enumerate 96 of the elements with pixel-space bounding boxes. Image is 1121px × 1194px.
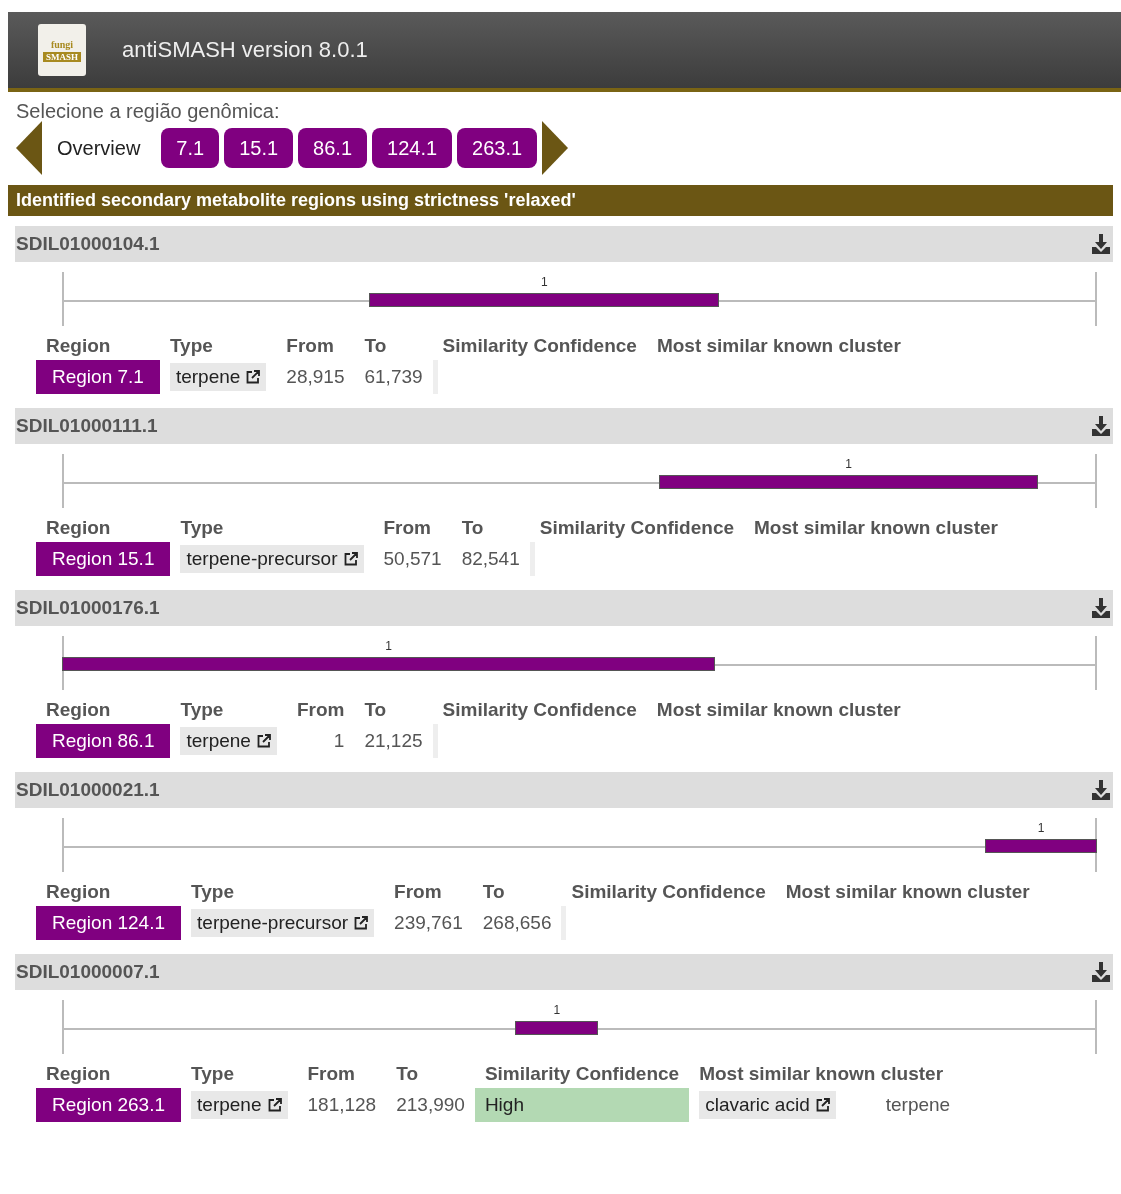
region-link[interactable]: Region 7.1 [36,360,160,394]
region-button[interactable]: 263.1 [457,128,538,168]
external-link-icon [354,916,369,930]
column-header: Region [45,1062,112,1086]
column-header: From [393,880,443,904]
record-name: SDIL01000176.1 [16,597,160,619]
region-button[interactable]: 15.1 [224,128,294,168]
region-link[interactable]: Region 86.1 [36,724,171,758]
column-header: Most similar known cluster [655,334,902,358]
column-header: To [460,516,485,540]
region-link[interactable]: Region 124.1 [36,906,182,940]
region-marker: 1 [553,1003,561,1017]
download-icon[interactable] [1091,961,1111,983]
region-marker: 1 [845,457,852,471]
region-button[interactable]: 86.1 [298,128,368,168]
download-icon[interactable] [1091,597,1111,619]
column-header: Similarity Confidence [441,334,638,358]
column-header: Similarity Confidence [570,880,767,904]
logo-text: fungi [50,38,74,50]
app-title: antiSMASH version 8.0.1 [122,37,368,63]
column-header: Similarity Confidence [538,516,736,540]
external-link-icon [343,552,358,566]
table-cell-text: 61,739 [363,365,424,389]
column-header: Most similar known cluster [655,698,902,722]
next-arrow[interactable] [542,121,569,175]
column-header: From [306,1062,356,1086]
region-marker: 1 [540,275,548,289]
track-tick [62,454,64,508]
download-icon[interactable] [1091,415,1111,437]
record-name: SDIL01000021.1 [16,779,160,801]
table-cell-text: 82,541 [460,547,521,571]
track-tick [1095,636,1097,690]
download-icon[interactable] [1091,779,1111,801]
column-header: From [382,516,432,540]
table-cell-text: 181,128 [306,1093,378,1117]
external-link-icon [267,1098,282,1112]
column-header: Region [45,698,112,722]
region-button[interactable]: 7.1 [161,128,220,168]
table-cell-text: 239,761 [393,911,464,935]
column-header: Type [190,880,235,904]
table-cell-text: terpene [884,1093,952,1117]
table-cell-text: 21,125 [363,729,424,753]
column-header: To [395,1062,419,1086]
type-tag[interactable]: terpene-precursor [191,909,375,937]
column-header: From [295,698,346,722]
column-header: Type [179,516,225,540]
type-tag[interactable]: terpene-precursor [180,545,364,573]
nav-label: Selecione a região genômica: [16,100,281,123]
column-header: Most similar known cluster [698,1062,945,1086]
logo-text: SMASH [43,51,81,62]
table-cell-text: 28,915 [285,365,346,389]
similarity-cell: High [474,1088,690,1122]
track-tick [62,818,64,872]
external-link-icon [256,734,271,748]
table-cell-text: 50,571 [382,547,443,571]
track-tick [1095,454,1097,508]
column-header: Similarity Confidence [441,698,638,722]
column-header: Type [179,698,225,722]
column-header: Most similar known cluster [784,880,1031,904]
track-tick [1095,272,1097,326]
column-header: To [363,698,388,722]
column-header: Region [45,334,112,358]
overview-link[interactable]: Overview [57,136,141,160]
download-icon[interactable] [1091,233,1111,255]
record-name: SDIL01000007.1 [16,961,160,983]
track-tick [62,272,64,326]
region-link[interactable]: Region 15.1 [36,542,171,576]
column-header: Type [168,334,214,358]
column-header: Similarity Confidence [483,1062,681,1086]
track-tick [62,1000,64,1054]
column-header: Most similar known cluster [753,516,999,540]
column-header: From [285,334,335,358]
column-header: To [363,334,388,358]
cluster-link[interactable]: clavaric acid [699,1091,836,1119]
table-cell-text: 213,990 [395,1093,466,1117]
region-marker: 1 [385,639,392,653]
region-marker: 1 [1037,821,1045,835]
track-tick [1095,1000,1097,1054]
region-button[interactable]: 124.1 [372,128,453,168]
table-cell-text: 268,656 [481,911,553,935]
column-header: Type [190,1062,235,1086]
table-cell-text: 1 [332,729,346,753]
track-line [1038,482,1097,484]
type-tag[interactable]: terpene [191,1091,288,1119]
column-header: To [481,880,506,904]
record-name: SDIL01000104.1 [16,233,160,255]
type-tag[interactable]: terpene [180,727,277,755]
external-link-icon [815,1098,830,1112]
column-header: Region [45,880,112,904]
previous-arrow[interactable] [16,121,42,175]
region-link[interactable]: Region 263.1 [36,1088,182,1122]
record-name: SDIL01000111.1 [16,415,158,437]
external-link-icon [246,370,261,384]
column-header: Region [45,516,112,540]
section-banner: Identified secondary metabolite regions using strictness 'relaxed' [8,185,1113,216]
type-tag[interactable]: terpene [169,363,267,391]
